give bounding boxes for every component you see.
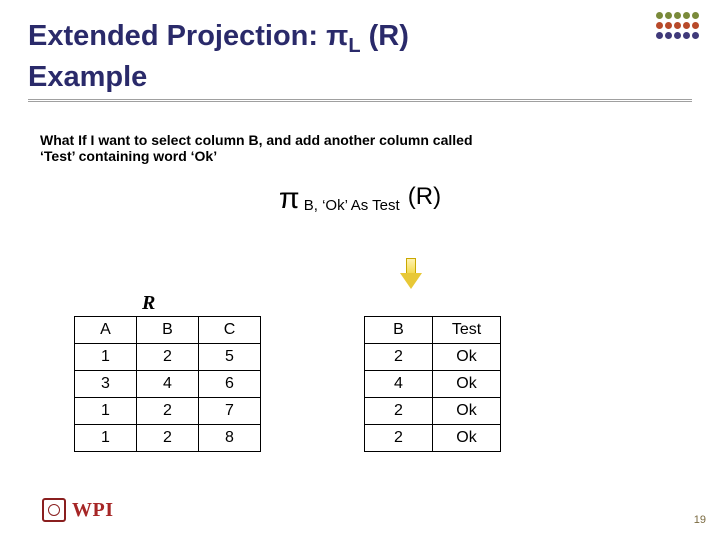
intro-text: What If I want to select column B, and a… — [0, 106, 520, 168]
table-R: A B C 125 346 127 128 — [74, 316, 261, 452]
table-row: 128 — [75, 425, 261, 452]
title-after: (R) — [361, 20, 409, 52]
table-row: 127 — [75, 398, 261, 425]
page-title: Extended Projection: πL (R) Example — [28, 18, 692, 95]
col-header: B — [365, 317, 433, 344]
table-row: 4Ok — [365, 371, 501, 398]
title-block: Extended Projection: πL (R) Example — [0, 0, 720, 106]
table-row: B Test — [365, 317, 501, 344]
page-number: 19 — [694, 514, 706, 526]
col-header: A — [75, 317, 137, 344]
title-underline — [28, 99, 692, 102]
table-row: A B C — [75, 317, 261, 344]
col-header: B — [137, 317, 199, 344]
table-row: 2Ok — [365, 344, 501, 371]
wpi-seal-icon — [42, 498, 66, 522]
accent-dots — [655, 12, 700, 42]
table-row: 125 — [75, 344, 261, 371]
wpi-logo: WPI — [42, 498, 114, 522]
projection-expression: π B, ‘Ok’ As Test (R) — [0, 182, 720, 216]
table-row: 346 — [75, 371, 261, 398]
title-line2: Example — [28, 61, 147, 93]
table-result: B Test 2Ok 4Ok 2Ok 2Ok — [364, 316, 501, 452]
paren-R: (R) — [408, 183, 441, 210]
wpi-text: WPI — [72, 499, 114, 522]
title-sub: L — [348, 35, 360, 57]
col-header: C — [199, 317, 261, 344]
down-arrow-icon — [400, 258, 422, 290]
table-row: 2Ok — [365, 398, 501, 425]
R-label: R — [142, 292, 155, 315]
pi-symbol: π — [279, 182, 300, 215]
table-row: 2Ok — [365, 425, 501, 452]
title-line1: Extended Projection: π — [28, 20, 348, 52]
col-header: Test — [433, 317, 501, 344]
pi-subscript: B, ‘Ok’ As Test — [300, 197, 404, 214]
